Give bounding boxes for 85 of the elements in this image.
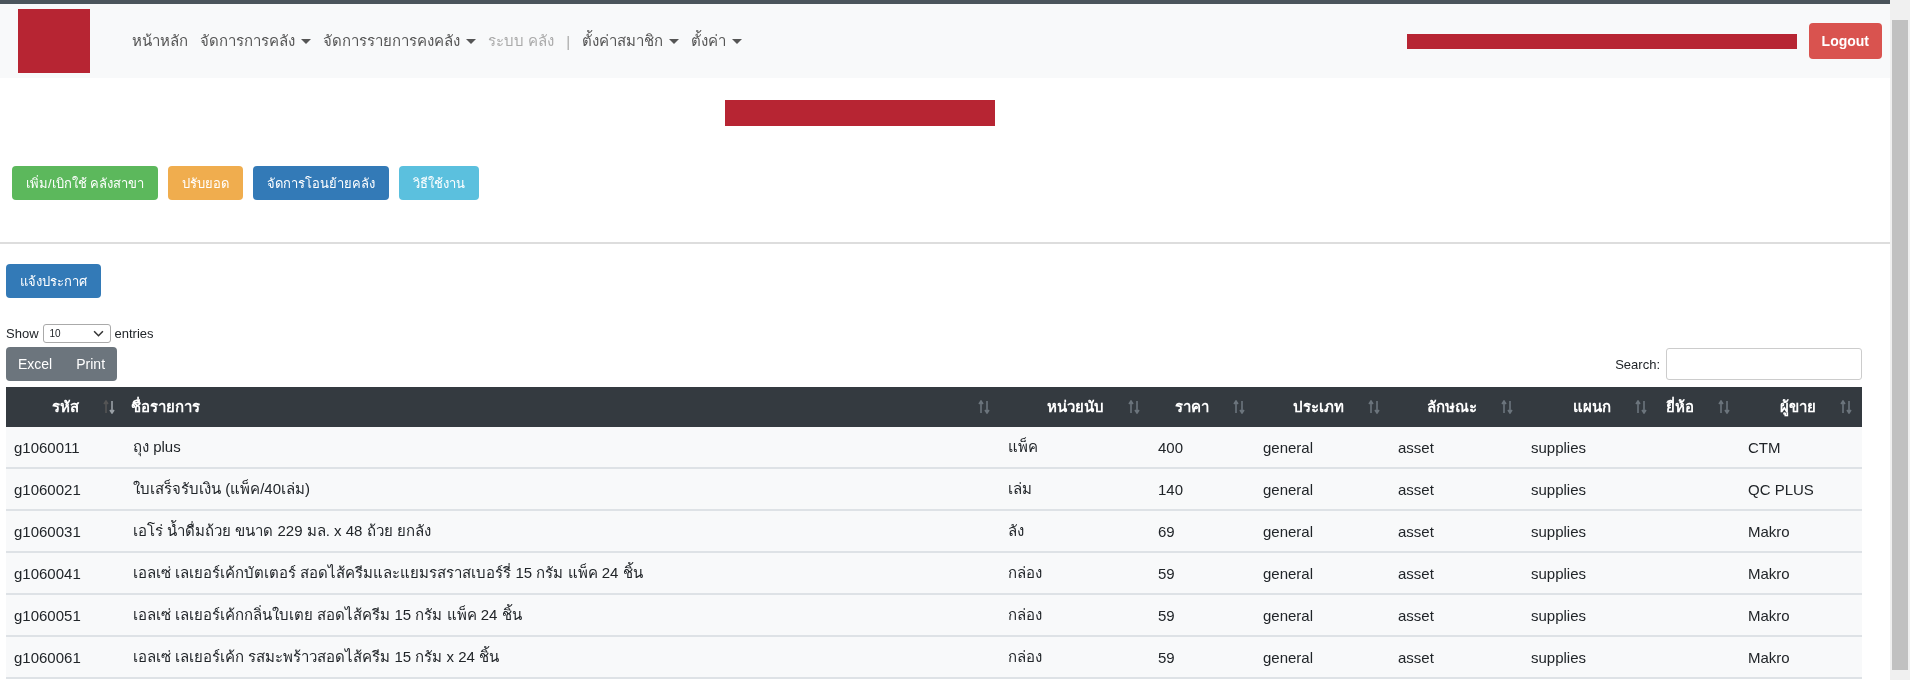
logo-redaction [18,9,90,73]
column-header[interactable]: ราคา [1150,387,1255,427]
nav-separator: | [566,32,571,50]
table-cell-text: ลัง [1008,521,1024,541]
table-cell: 140 [1158,480,1184,498]
table-cell: Makro [1748,522,1790,540]
table-cell-text: ถุง plus [133,437,181,459]
table-cell: Makro [1748,648,1790,666]
table-cell-text: กล่อง [1008,563,1042,583]
table-cell-text: เอลเซ่ เลเยอร์เค้ก รสมะพร้าวสอดไส้ครีม 15 กรัม x 24 ชิ้น [133,645,500,667]
table-cell: g1060041 [14,564,81,582]
column-header[interactable]: แผนก [1523,387,1657,427]
nav-link[interactable]: ตั้งค่า [691,29,743,53]
table-cell-text: กล่อง [1008,605,1042,625]
sort-icon [978,400,990,414]
column-header[interactable]: รหัส [6,387,125,427]
table-cell: 59 [1158,564,1175,582]
table-cell: general [1263,648,1314,666]
table-cell: 69 [1158,522,1175,540]
table-cell: 59 [1158,606,1175,624]
nav-link[interactable]: จัดการการคลัง [200,29,311,53]
search-label: Search: [1615,356,1660,372]
table-cell-text: กล่อง [1008,647,1042,667]
table-cell: asset [1398,564,1434,582]
table-cell-text: เอลเซ่ เลเยอร์เค้กกลิ่นใบเตย สอดไส้ครีม 15 กรัม แพ็ค 24 ชิ้น [133,603,522,625]
column-header[interactable]: ลักษณะ [1390,387,1523,427]
table-cell: Makro [1748,606,1790,624]
announce-button[interactable]: แจ้งประกาศ [6,264,101,298]
table-cell: g1060031 [14,522,81,540]
table-cell: asset [1398,648,1434,666]
table-cell-text: เล่ม [1008,479,1032,499]
nav-link[interactable]: หน้าหลัก [132,29,188,53]
table-cell: supplies [1531,438,1587,456]
table-cell: g1060061 [14,648,81,666]
table-cell: Makro [1748,564,1790,582]
logout-button[interactable]: Logout [1808,23,1882,59]
scrollbar[interactable] [1890,0,1910,680]
table-cell: general [1263,522,1314,540]
table-cell: general [1263,564,1314,582]
sort-icon [1840,400,1852,414]
table-cell: g1060011 [14,438,80,456]
column-header[interactable]: ยี่ห้อ [1657,387,1740,427]
nav-link[interactable]: จัดการรายการคงคลัง [323,29,476,53]
table-cell: 400 [1158,438,1184,456]
column-header[interactable]: ชื่อรายการ [125,387,1000,427]
table-cell-text: ใบเสร็จรับเงิน (แพ็ค/40เล่ม) [133,478,310,499]
sort-icon [1128,400,1140,414]
table-cell: supplies [1531,564,1587,582]
show-label: Show [6,326,39,341]
table-cell: CTM [1748,438,1781,456]
table-cell-text: เอลเซ่ เลเยอร์เค้กบัตเตอร์ สอดไส้ครีมและแยมรสราสเบอร์รี่ 15 กรัม แพ็ค 24 ชิ้น [133,561,643,583]
sort-icon [103,400,115,414]
table-cell: asset [1398,438,1434,456]
nav-link[interactable]: ตั้งค่าสมาชิก [582,29,680,53]
export-button[interactable]: Excel [6,347,65,381]
table-cell: g1060051 [14,606,81,624]
chevron-icon [92,330,104,337]
table-cell: supplies [1531,480,1587,498]
sort-icon [1233,400,1245,414]
sort-icon [1635,400,1647,414]
column-header[interactable]: ผู้ขาย [1740,387,1862,427]
table-cell: asset [1398,522,1434,540]
table-cell: general [1263,438,1314,456]
entries-label: entries [114,326,154,341]
table-cell: supplies [1531,522,1587,540]
table-cell: general [1263,480,1314,498]
table-cell: asset [1398,480,1434,498]
sort-icon [1501,400,1513,414]
table-cell: supplies [1531,606,1587,624]
sort-icon [1718,400,1730,414]
column-header[interactable]: หน่วยนับ [1000,387,1150,427]
table-cell: 59 [1158,648,1175,666]
search-field[interactable] [1666,348,1862,380]
column-header[interactable]: ประเภท [1255,387,1390,427]
table-cell-text: เอโร่ น้ำดื่มถ้วย ขนาด 229 มล. x 48 ถ้วย ยกลัง [133,519,431,541]
sort-icon [1368,400,1380,414]
table-cell: QC PLUS [1748,480,1814,498]
table-cell: supplies [1531,648,1587,666]
table-cell-text: แพ็ค [1008,436,1038,457]
export-button[interactable]: Print [64,347,118,381]
table-cell: general [1263,606,1314,624]
table-cell: asset [1398,606,1434,624]
entries-select[interactable]: 10 [42,324,111,343]
table-cell: g1060021 [14,480,81,498]
action-button[interactable]: จัดการโอนย้ายคลัง [253,166,390,200]
